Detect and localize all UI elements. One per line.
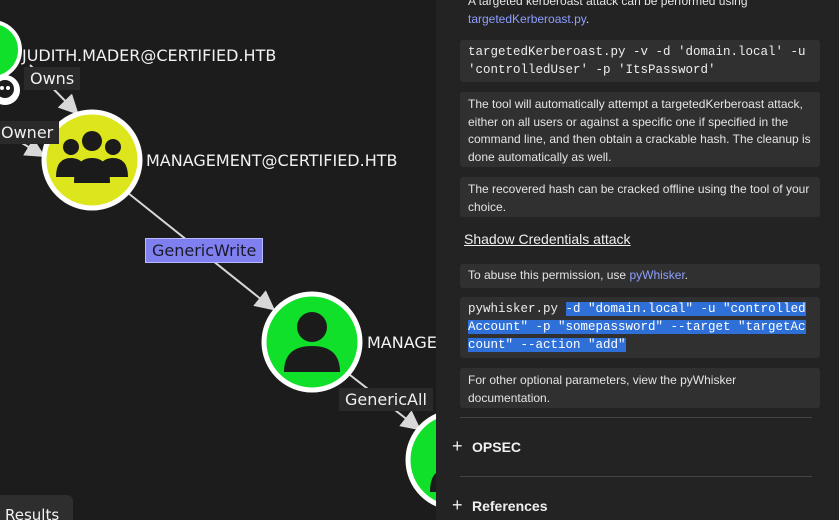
- abuse-card: To abuse this permission, use pyWhisker.: [460, 264, 820, 288]
- section-opsec[interactable]: + OPSEC: [452, 436, 521, 457]
- recovered-hash-card: The recovered hash can be cracked offlin…: [460, 177, 820, 217]
- pywhisker-command-start[interactable]: pywhisker.py: [468, 302, 566, 316]
- abuse-period: .: [684, 268, 689, 282]
- divider-middle: [460, 476, 812, 477]
- node-partial-bottom[interactable]: [405, 412, 436, 508]
- tool-description: The tool will automatically attempt a ta…: [468, 97, 811, 164]
- other-params-text: For other optional parameters, view the …: [468, 373, 737, 405]
- intro-period: .: [585, 11, 590, 26]
- edge-label-owner[interactable]: Owner: [0, 121, 60, 144]
- plus-icon: +: [452, 495, 463, 515]
- node-label-management-user: MANAGE: [367, 333, 436, 352]
- intro-text: A targeted kerberoast attack can be perf…: [468, 0, 748, 8]
- section-references[interactable]: + References: [452, 495, 548, 516]
- results-tab[interactable]: Results: [0, 495, 73, 520]
- abuse-text: To abuse this permission, use: [468, 268, 627, 282]
- section-references-label: References: [472, 498, 548, 514]
- edge-label-generic-all[interactable]: GenericAll: [339, 388, 433, 411]
- node-small-icon[interactable]: [0, 75, 20, 105]
- tool-description-card: The tool will automatically attempt a ta…: [460, 92, 820, 167]
- node-judith-user[interactable]: [0, 21, 22, 79]
- kerberoast-command-block[interactable]: targetedKerberoast.py -v -d 'domain.loca…: [460, 40, 820, 82]
- shadow-credentials-heading[interactable]: Shadow Credentials attack: [464, 231, 631, 247]
- edge-label-generic-write[interactable]: GenericWrite: [145, 238, 264, 263]
- node-label-management-group: MANAGEMENT@CERTIFIED.HTB: [146, 151, 398, 170]
- recovered-hash-text: The recovered hash can be cracked offlin…: [468, 182, 810, 214]
- other-params-card: For other optional parameters, view the …: [460, 368, 820, 408]
- edge-info-panel: A targeted kerberoast attack can be perf…: [436, 0, 839, 520]
- node-management-user[interactable]: [261, 291, 363, 393]
- pywhisker-link[interactable]: pyWhisker: [629, 268, 684, 282]
- intro-card: A targeted kerberoast attack can be perf…: [460, 0, 820, 29]
- graph-canvas[interactable]: JUDITH.MADER@CERTIFIED.HTB MANAGEMENT@CE…: [0, 0, 436, 520]
- edge-label-owns[interactable]: Owns: [24, 67, 81, 90]
- divider-top: [460, 417, 812, 418]
- node-label-judith: JUDITH.MADER@CERTIFIED.HTB: [22, 46, 277, 65]
- kerberoast-command[interactable]: targetedKerberoast.py -v -d 'domain.loca…: [468, 45, 806, 77]
- targeted-kerberoast-link[interactable]: targetedKerberoast.py: [468, 12, 586, 26]
- pywhisker-command-block[interactable]: pywhisker.py -d "domain.local" -u "contr…: [460, 297, 820, 358]
- plus-icon: +: [452, 436, 463, 456]
- section-opsec-label: OPSEC: [472, 439, 522, 455]
